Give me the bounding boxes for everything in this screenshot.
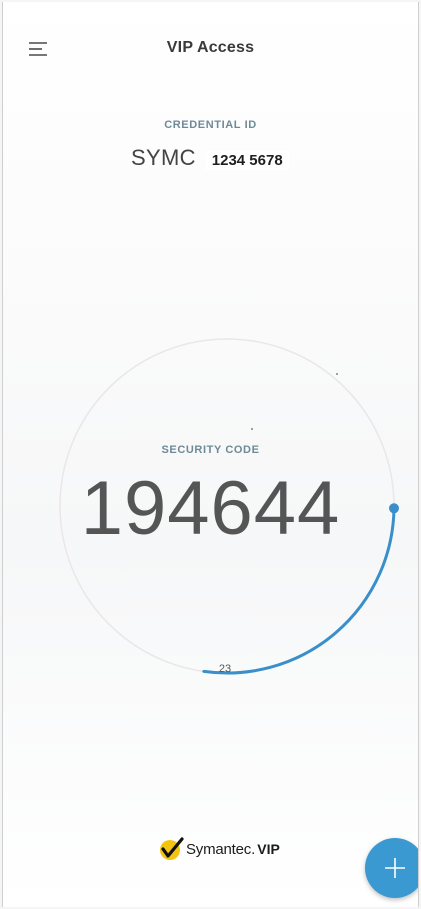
credential-id-label: CREDENTIAL ID (164, 119, 257, 131)
credential-id[interactable]: SYMC 1234 5678 (131, 145, 289, 175)
security-code-value[interactable]: 194644 (3, 464, 418, 554)
checkmark-logo-icon (160, 837, 184, 860)
top-bar: VIP Access (3, 2, 418, 97)
brand-product: VIP (257, 841, 280, 857)
symantec-vip-logo: Symantec. VIP (157, 834, 280, 864)
brand-name: Symantec (186, 840, 252, 858)
brand-dot: . (251, 840, 256, 858)
add-credential-button[interactable] (365, 838, 418, 898)
speck (251, 428, 253, 430)
speck (336, 373, 338, 375)
credential-prefix: SYMC (131, 145, 196, 170)
app-title: VIP Access (166, 39, 255, 56)
plus-icon (385, 858, 405, 878)
seconds-remaining: 23 (218, 663, 232, 675)
app-screen: VIP Access CREDENTIAL ID SYMC 1234 5678 … (2, 2, 419, 907)
security-code-label: SECURITY CODE (161, 444, 260, 456)
credential-number: 1234 5678 (205, 151, 289, 170)
